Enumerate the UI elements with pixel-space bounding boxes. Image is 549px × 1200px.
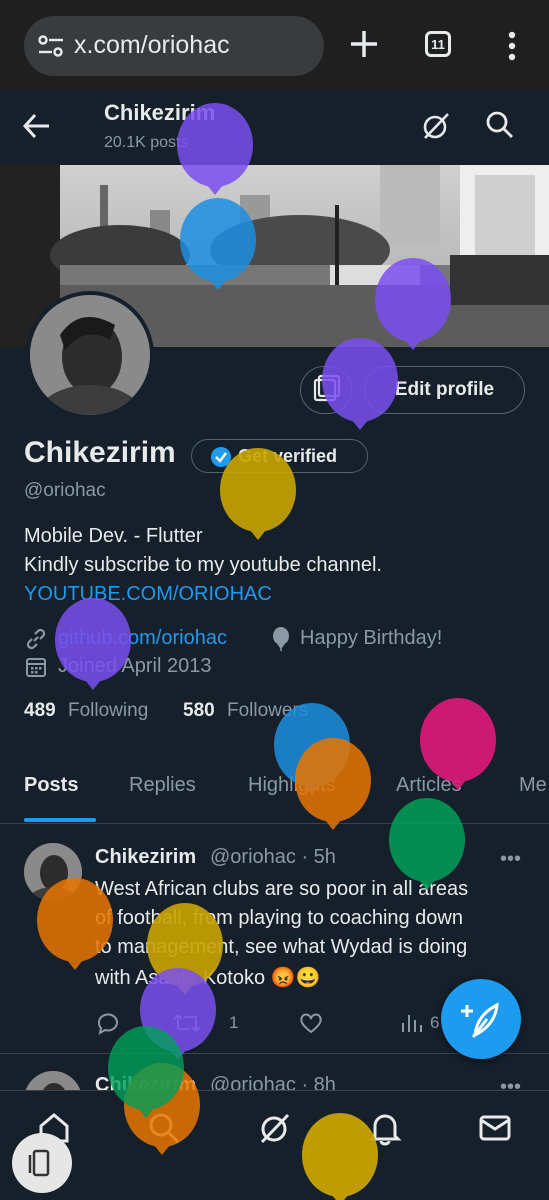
grok-icon[interactable] — [420, 110, 452, 142]
divider — [0, 823, 549, 824]
views-icon[interactable] — [400, 1011, 424, 1035]
views-count: 6 — [430, 1013, 440, 1032]
calendar-icon — [26, 658, 46, 677]
like-icon[interactable] — [298, 1011, 324, 1035]
notifications-bell-icon[interactable] — [367, 1110, 403, 1146]
rotate-icon — [28, 1149, 50, 1177]
post-text-line: of football, from playing to coaching do… — [95, 907, 463, 929]
url-text: x.com/oriohac — [74, 31, 230, 59]
avatar-photo — [24, 843, 82, 901]
url-bar[interactable]: x.com/oriohac — [24, 16, 324, 76]
birthday-text: Happy Birthday! — [300, 627, 443, 649]
rotate-screen-button[interactable] — [12, 1133, 72, 1193]
website-link[interactable]: github.com/oriohac — [58, 627, 227, 650]
balloon-icon — [273, 627, 289, 651]
new-tab-icon[interactable] — [346, 26, 382, 62]
tab-highlights[interactable]: Highlights — [248, 774, 336, 797]
header-title: Chikezirim — [104, 100, 216, 125]
grok-icon[interactable] — [257, 1110, 293, 1146]
site-settings-icon[interactable] — [38, 35, 64, 57]
tab-replies[interactable]: Replies — [129, 774, 196, 797]
messages-mail-icon[interactable] — [477, 1110, 513, 1146]
profile-handle: @oriohac — [24, 480, 106, 501]
link-icon — [26, 628, 46, 650]
compose-post-icon — [461, 1002, 499, 1038]
post-handle-time: @oriohac · 5h — [210, 846, 336, 868]
edit-profile-button[interactable]: Edit profile — [364, 366, 525, 414]
profile-avatar[interactable] — [26, 291, 154, 419]
explore-search-icon[interactable] — [146, 1110, 182, 1146]
profile-name: Chikezirim — [24, 436, 176, 469]
tab-articles[interactable]: Articles — [396, 774, 462, 797]
post-author-name[interactable]: Chikezirim — [95, 846, 196, 869]
repost-count: 1 — [229, 1013, 239, 1032]
verified-badge-icon — [211, 447, 231, 467]
balloon — [389, 798, 465, 890]
bio-line: Mobile Dev. - Flutter — [24, 525, 203, 547]
followers-label[interactable]: Followers — [227, 700, 308, 722]
ai-image-button[interactable] — [300, 366, 352, 414]
post-text-line: with Asante Kotoko 😡😀 — [95, 967, 321, 989]
profile-header-bar — [0, 90, 549, 165]
header-post-count: 20.1K posts — [104, 134, 189, 151]
browser-menu-icon[interactable] — [500, 28, 524, 64]
post-avatar[interactable] — [24, 843, 82, 901]
tab-switcher-button[interactable]: 11 — [425, 31, 451, 57]
following-count[interactable]: 489 — [24, 700, 56, 722]
compose-post-button[interactable] — [441, 979, 521, 1059]
bio-youtube-link[interactable]: YOUTUBE.COM/ORIOHAC — [24, 583, 272, 606]
post-text-line: West African clubs are so poor in all ar… — [95, 878, 469, 900]
get-verified-button[interactable]: Get verified — [191, 439, 368, 473]
tab-media[interactable]: Me — [519, 774, 547, 797]
repost-icon[interactable] — [170, 1011, 224, 1035]
search-icon[interactable] — [485, 110, 515, 140]
bio-line: Kindly subscribe to my youtube channel. — [24, 554, 382, 576]
joined-date: Joined April 2013 — [58, 655, 212, 677]
following-label[interactable]: Following — [68, 700, 148, 722]
back-arrow-icon[interactable] — [22, 112, 52, 140]
image-sparkle-icon — [313, 374, 341, 402]
post-text-line: to management, see what Wydad is doing — [95, 936, 468, 958]
active-tab-indicator — [24, 818, 96, 822]
more-options-icon[interactable]: ••• — [500, 848, 521, 871]
tab-posts[interactable]: Posts — [24, 774, 78, 797]
reply-icon[interactable] — [95, 1011, 121, 1035]
get-verified-label: Get verified — [238, 446, 338, 466]
followers-count[interactable]: 580 — [183, 700, 215, 722]
avatar-photo — [30, 295, 150, 415]
